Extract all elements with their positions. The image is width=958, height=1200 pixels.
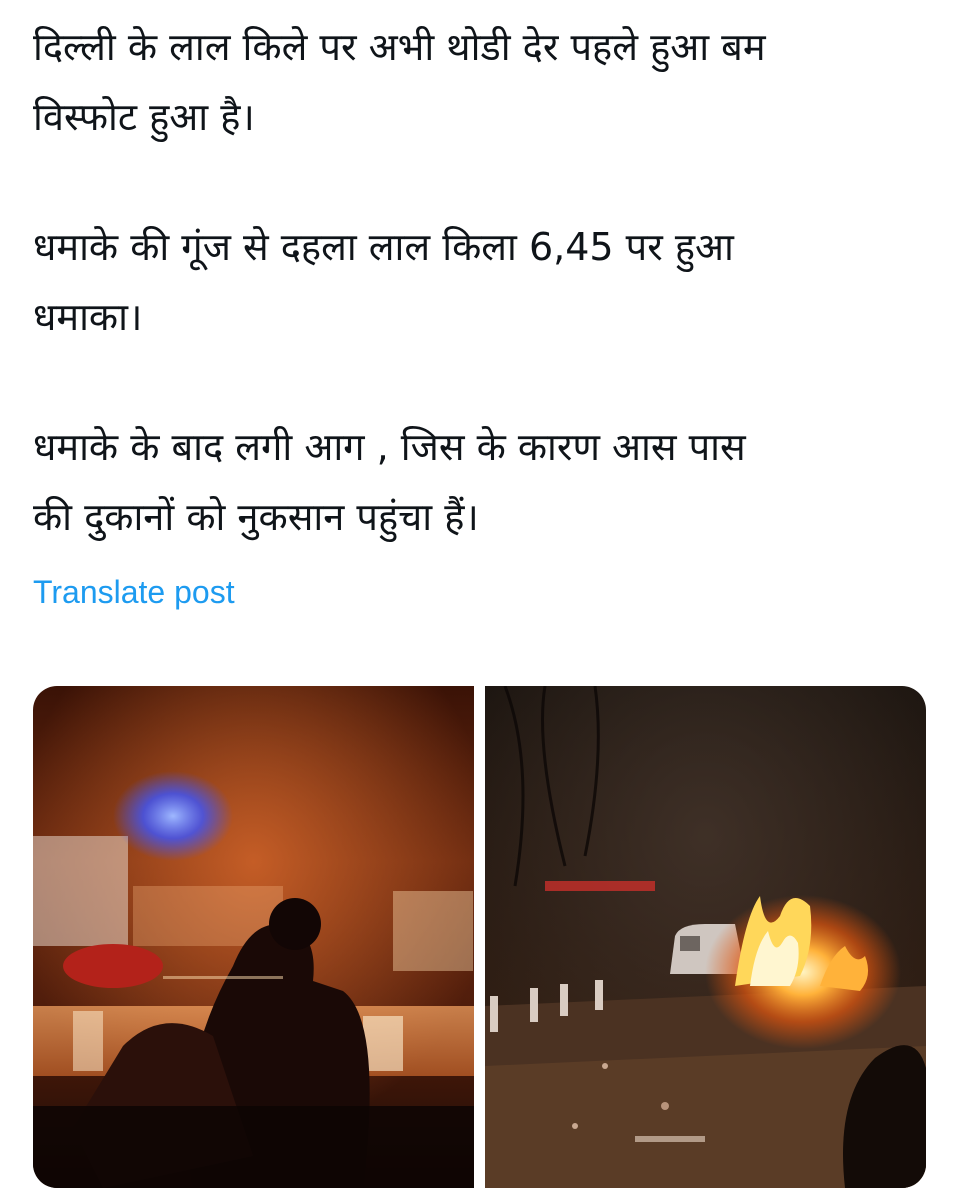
post-text: दिल्ली के लाल किले पर अभी थोडी देर पहले … (33, 12, 933, 552)
media-photo-2[interactable] (485, 686, 926, 1188)
photo-burning-vehicle (485, 686, 926, 1188)
photo-night-crowd (33, 686, 474, 1188)
post-text-line: दिल्ली के लाल किले पर अभी थोडी देर पहले … (33, 25, 766, 69)
post-text-line: धमाके के बाद लगी आग , जिस के कारण आस पास (33, 425, 746, 469)
post-paragraph: दिल्ली के लाल किले पर अभी थोडी देर पहले … (33, 12, 933, 152)
media-grid (33, 686, 926, 1188)
post: दिल्ली के लाल किले पर अभी थोडी देर पहले … (0, 0, 958, 1200)
post-text-line: धमाका। (33, 295, 143, 339)
media-photo-1[interactable] (33, 686, 474, 1188)
post-text-line: धमाके की गूंज से दहला लाल किला 6,45 पर ह… (33, 225, 734, 269)
post-text-line: की दुकानों को नुकसान पहुंचा हैं। (33, 495, 479, 539)
post-text-line: विस्फोट हुआ है। (33, 95, 255, 139)
translate-post-link[interactable]: Translate post (33, 574, 235, 611)
post-paragraph: धमाके की गूंज से दहला लाल किला 6,45 पर ह… (33, 212, 933, 352)
post-paragraph: धमाके के बाद लगी आग , जिस के कारण आस पास… (33, 412, 933, 552)
